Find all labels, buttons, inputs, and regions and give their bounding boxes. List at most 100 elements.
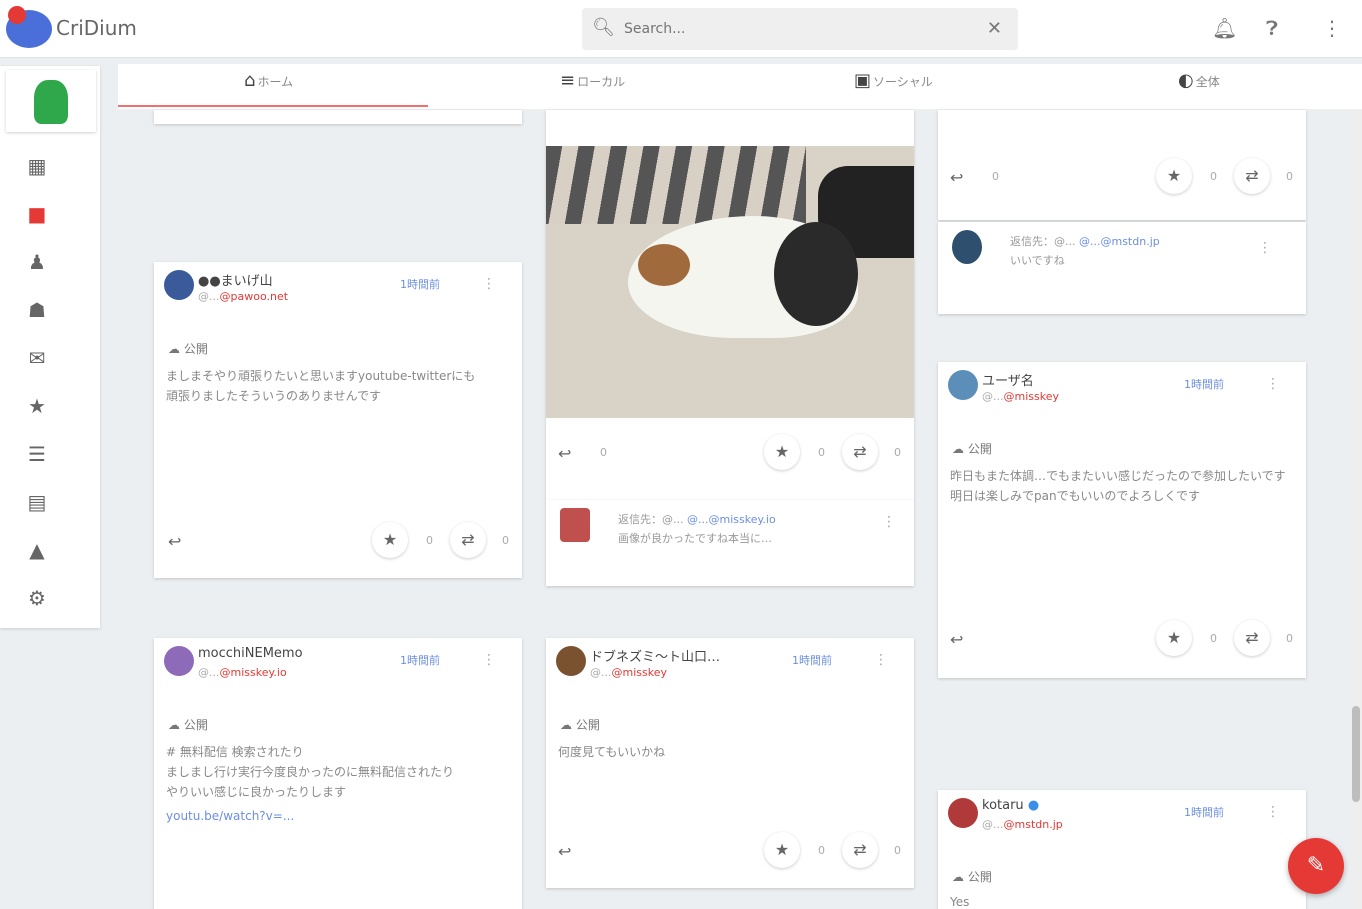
- home-icon: ⌂: [244, 70, 256, 91]
- share-button[interactable]: ⇄: [842, 832, 878, 868]
- share-button[interactable]: ⇄: [1234, 620, 1270, 656]
- post-card[interactable]: kotaru ● @...@mstdn.jp 1時間前 ⋮ ☁ 公開 Yes: [938, 790, 1306, 909]
- share-button[interactable]: ⇄: [450, 522, 486, 558]
- account-icon[interactable]: ▲: [24, 538, 50, 564]
- list-icon[interactable]: ☰: [24, 442, 50, 468]
- avatar[interactable]: [948, 370, 978, 400]
- avatar[interactable]: [164, 270, 194, 300]
- scrollbar-thumb[interactable]: [1352, 706, 1360, 802]
- tab-label: ローカル: [577, 75, 626, 89]
- person-icon[interactable]: ♟: [24, 250, 50, 276]
- more-vert-icon[interactable]: ⋮: [874, 652, 888, 668]
- reply-text-line: 返信先：@...: [618, 513, 684, 526]
- tab-global[interactable]: ◐ 全体: [1178, 70, 1220, 104]
- post-username[interactable]: mocchiNEMemo: [198, 646, 303, 661]
- favorite-button[interactable]: ★: [1156, 620, 1192, 656]
- help-icon[interactable]: ❓︎: [1266, 16, 1278, 40]
- favorite-button[interactable]: ★: [764, 434, 800, 470]
- app-logo[interactable]: [6, 6, 52, 48]
- account-avatar[interactable]: [6, 70, 96, 132]
- share-button[interactable]: ⇄: [842, 434, 878, 470]
- files-icon[interactable]: ▤: [24, 490, 50, 516]
- reply-item[interactable]: 返信先：@... @...@mstdn.jp いいですね ⋮: [938, 222, 1306, 314]
- reply-icon[interactable]: ↩: [950, 630, 963, 649]
- post-username[interactable]: ●●まいげ山: [198, 270, 273, 289]
- user-id-text: @...: [590, 666, 612, 679]
- cat-patch: [638, 244, 690, 286]
- settings-icon[interactable]: ⚙: [24, 586, 50, 612]
- more-vert-icon[interactable]: ⋮: [482, 652, 496, 668]
- avatar[interactable]: [948, 798, 978, 828]
- post-user-id: @...@pawoo.net: [198, 290, 288, 303]
- pencil-icon: ✎: [1306, 853, 1326, 878]
- post-time[interactable]: 1時間前: [400, 276, 440, 292]
- post-username[interactable]: ドブネズミ〜ト山口…: [590, 646, 720, 665]
- tab-label: 全体: [1195, 75, 1220, 89]
- reply-link[interactable]: @...@mstdn.jp: [1079, 235, 1160, 248]
- reply-icon[interactable]: ↩: [168, 532, 181, 551]
- more-vert-icon[interactable]: ⋮: [882, 514, 896, 530]
- post-image[interactable]: [546, 146, 914, 418]
- post-user-id: @...@misskey: [982, 390, 1059, 403]
- tab-home[interactable]: ⌂ ホーム: [244, 70, 293, 104]
- reply-icon[interactable]: ↩: [950, 168, 963, 187]
- reply-count: 0: [600, 446, 607, 459]
- share-button[interactable]: ⇄: [1234, 158, 1270, 194]
- record-icon[interactable]: ■: [24, 202, 50, 228]
- more-vert-icon[interactable]: ⋮: [1266, 376, 1280, 392]
- more-vert-icon[interactable]: ⋮: [1322, 16, 1342, 40]
- more-vert-icon[interactable]: ⋮: [1258, 240, 1272, 256]
- more-vert-icon[interactable]: ⋮: [482, 276, 496, 292]
- tab-social[interactable]: ▣ ソーシャル: [854, 70, 933, 104]
- avatar[interactable]: [556, 646, 586, 676]
- user-host: @mstdn.jp: [1003, 818, 1063, 831]
- avatar[interactable]: [952, 230, 982, 264]
- grid-icon[interactable]: ▦: [24, 154, 50, 180]
- post-username[interactable]: ユーザ名: [982, 370, 1034, 389]
- post-user-id: @...@misskey: [590, 666, 667, 679]
- more-vert-icon[interactable]: ⋮: [1266, 804, 1280, 820]
- favorite-button[interactable]: ★: [372, 522, 408, 558]
- reply-icon[interactable]: ↩: [558, 444, 571, 463]
- avatar[interactable]: [164, 646, 194, 676]
- visibility-label: ☁ 公開: [560, 718, 600, 732]
- search-icon: 🔍︎: [592, 17, 615, 38]
- favorite-button[interactable]: ★: [1156, 158, 1192, 194]
- reply-item[interactable]: 返信先：@... @...@misskey.io 画像が良かったですね本当に… …: [546, 500, 914, 586]
- reply-link[interactable]: @...@misskey.io: [687, 513, 776, 526]
- star-icon[interactable]: ★: [24, 394, 50, 420]
- avatar[interactable]: [560, 508, 590, 542]
- post-time[interactable]: 1時間前: [1184, 804, 1224, 820]
- post-link[interactable]: youtu.be/watch?v=...: [166, 806, 294, 826]
- reply-icon[interactable]: ↩: [558, 842, 571, 861]
- search-bar[interactable]: 🔍︎ ✕: [582, 8, 1018, 50]
- post-card[interactable]: ドブネズミ〜ト山口… @...@misskey 1時間前 ⋮ ☁ 公開 何度見て…: [546, 638, 914, 888]
- clear-icon[interactable]: ✕: [987, 18, 1002, 39]
- visibility-label: ☁ 公開: [952, 870, 992, 884]
- avatar: [34, 80, 68, 124]
- favorite-button[interactable]: ★: [764, 832, 800, 868]
- post-card[interactable]: ユーザ名 @...@misskey 1時間前 ⋮ ☁ 公開 昨日もまた体調…でも…: [938, 362, 1306, 678]
- visibility-label: ☁ 公開: [168, 342, 208, 356]
- post-card[interactable]: ●●まいげ山 @...@pawoo.net 1時間前 ⋮ ☁ 公開 ましまそやり…: [154, 262, 522, 578]
- post-username[interactable]: kotaru ●: [982, 798, 1039, 813]
- post-card-partial[interactable]: ↩ 0 ★ 0 ⇄ 0: [938, 110, 1306, 220]
- post-time[interactable]: 1時間前: [1184, 376, 1224, 392]
- visibility-text: 公開: [575, 718, 600, 732]
- compose-button[interactable]: ✎: [1288, 838, 1344, 894]
- search-input[interactable]: [624, 18, 944, 40]
- tab-label: ホーム: [257, 75, 294, 89]
- post-time[interactable]: 1時間前: [792, 652, 832, 668]
- visibility-label: ☁ 公開: [952, 442, 992, 456]
- tab-label: ソーシャル: [873, 75, 933, 89]
- top-bar: CriDium 🔍︎ ✕ 🔔︎ ❓︎ ⋮: [0, 0, 1362, 58]
- post-card[interactable]: mocchiNEMemo @...@misskey.io 1時間前 ⋮ ☁ 公開…: [154, 638, 522, 909]
- post-body: ましまそやり頑張りたいと思いますyoutube-twitterにも 頑張りました…: [166, 369, 476, 403]
- notifications-icon[interactable]: 🔔︎: [1212, 16, 1237, 40]
- mail-icon[interactable]: ✉: [24, 346, 50, 372]
- visibility-label: ☁ 公開: [168, 718, 208, 732]
- post-time[interactable]: 1時間前: [400, 652, 440, 668]
- tab-local[interactable]: ≡ ローカル: [560, 70, 625, 104]
- share-count: 0: [894, 446, 901, 459]
- group-icon[interactable]: ☗: [24, 298, 50, 324]
